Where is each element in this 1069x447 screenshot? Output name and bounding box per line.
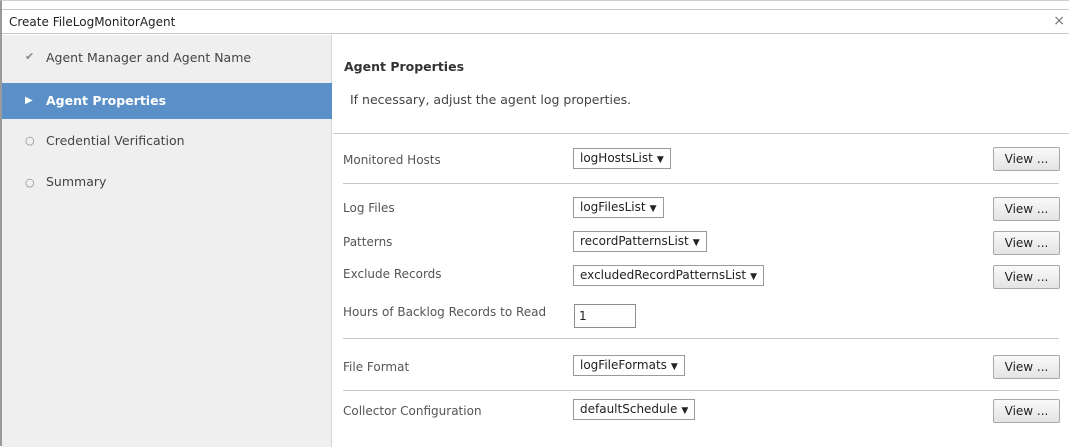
circle-icon: ○	[25, 176, 35, 189]
log-files-label: Log Files	[343, 201, 395, 215]
view-log-files-button[interactable]: View ...	[993, 197, 1060, 221]
triangle-right-icon: ▶	[25, 95, 33, 106]
step-summary[interactable]: ○ Summary	[2, 167, 332, 203]
collector-configuration-label: Collector Configuration	[343, 404, 482, 418]
create-agent-dialog: Create FileLogMonitorAgent × ✔ Agent Man…	[0, 0, 1069, 447]
select-value: logHostsList	[580, 151, 653, 165]
exclude-records-select[interactable]: excludedRecordPatternsList ▼	[573, 265, 764, 286]
step-label: Agent Manager and Agent Name	[46, 50, 252, 65]
monitored-hosts-select[interactable]: logHostsList ▼	[573, 148, 671, 169]
page-description: If necessary, adjust the agent log prope…	[350, 92, 632, 107]
dropdown-arrow-icon: ▼	[692, 238, 700, 248]
view-patterns-button[interactable]: View ...	[993, 231, 1060, 255]
step-agent-manager[interactable]: ✔ Agent Manager and Agent Name	[2, 41, 332, 77]
dialog-title: Create FileLogMonitorAgent	[9, 15, 176, 29]
backlog-hours-label: Hours of Backlog Records to Read	[343, 305, 547, 319]
step-credential-verification[interactable]: ○ Credential Verification	[2, 125, 332, 161]
log-files-select[interactable]: logFilesList ▼	[573, 197, 664, 218]
page-title: Agent Properties	[344, 59, 465, 74]
section-divider	[343, 338, 1059, 339]
file-format-select[interactable]: logFileFormats ▼	[573, 355, 685, 376]
dropdown-arrow-icon: ▼	[656, 155, 664, 165]
checkmark-icon: ✔	[25, 50, 35, 63]
select-value: logFileFormats	[580, 358, 667, 372]
wizard-steps-sidebar: ✔ Agent Manager and Agent Name ▶ Agent P…	[2, 35, 332, 447]
close-icon[interactable]: ×	[1053, 13, 1065, 29]
view-file-format-button[interactable]: View ...	[993, 355, 1060, 379]
section-divider	[333, 133, 1069, 134]
step-label: Summary	[46, 174, 107, 189]
file-format-label: File Format	[343, 360, 410, 374]
dropdown-arrow-icon: ▼	[681, 406, 689, 416]
section-divider	[343, 390, 1059, 391]
step-label: Agent Properties	[46, 93, 167, 108]
select-value: excludedRecordPatternsList	[580, 268, 747, 282]
view-collector-configuration-button[interactable]: View ...	[993, 399, 1060, 423]
exclude-records-label: Exclude Records	[343, 267, 442, 281]
view-exclude-records-button[interactable]: View ...	[993, 265, 1060, 289]
collector-configuration-select[interactable]: defaultSchedule ▼	[573, 399, 696, 420]
circle-icon: ○	[25, 134, 35, 147]
agent-properties-panel: Agent Properties If necessary, adjust th…	[333, 35, 1069, 447]
select-value: defaultSchedule	[580, 402, 678, 416]
patterns-select[interactable]: recordPatternsList ▼	[573, 231, 707, 252]
dialog-titlebar: Create FileLogMonitorAgent ×	[2, 9, 1069, 34]
monitored-hosts-label: Monitored Hosts	[343, 153, 441, 167]
select-value: logFilesList	[580, 200, 646, 214]
dropdown-arrow-icon: ▼	[750, 272, 757, 282]
dropdown-arrow-icon: ▼	[649, 204, 657, 214]
patterns-label: Patterns	[343, 235, 393, 249]
step-agent-properties[interactable]: ▶ Agent Properties	[2, 83, 332, 119]
select-value: recordPatternsList	[580, 234, 689, 248]
step-label: Credential Verification	[46, 133, 185, 148]
backlog-hours-input[interactable]	[574, 304, 636, 328]
view-monitored-hosts-button[interactable]: View ...	[993, 147, 1060, 171]
dropdown-arrow-icon: ▼	[670, 362, 678, 372]
section-divider	[343, 183, 1059, 184]
